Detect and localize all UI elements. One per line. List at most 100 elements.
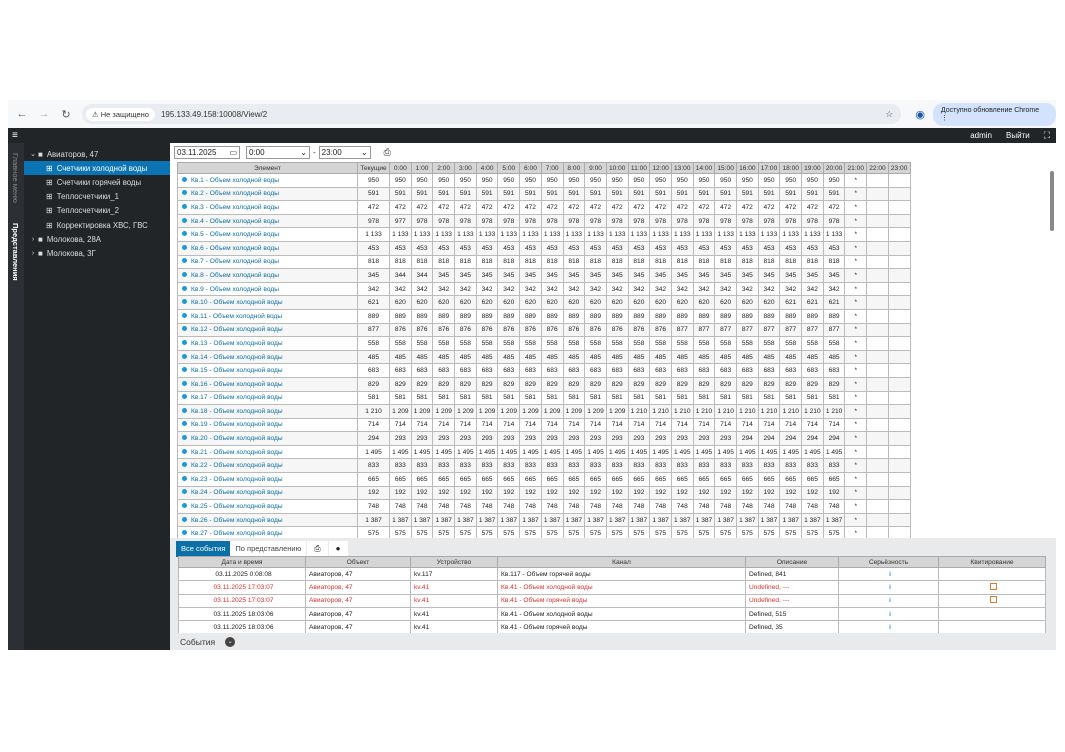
column-header[interactable]: Дата и время — [178, 556, 306, 568]
element-cell[interactable]: Кв.23 - Объем холодной воды — [177, 472, 358, 487]
column-header[interactable]: 18:00 — [779, 162, 803, 174]
address-bar[interactable]: ⚠ Не защищено 195.133.49.158:10008/View/… — [81, 104, 902, 124]
scrollbar-thumb[interactable] — [1050, 171, 1054, 231]
element-link[interactable]: Кв.18 - Объем холодной воды — [191, 408, 283, 415]
tree-item[interactable]: ⊞ Корректировка ХВС, ГВС — [24, 218, 170, 232]
tab-all-events[interactable]: Все события — [176, 541, 231, 557]
element-link[interactable]: Кв.9 - Объем холодной воды — [191, 286, 279, 293]
table-row[interactable]: Кв.18 - Объем холодной воды 1 210 1 209 1 2… — [177, 404, 911, 419]
user-name[interactable]: admin — [970, 131, 992, 140]
column-header[interactable]: 7:00 — [540, 162, 564, 174]
column-header[interactable]: Устройство — [410, 556, 498, 568]
print-icon[interactable]: ⎙ — [384, 147, 391, 158]
table-row[interactable]: Кв.2 - Объем холодной воды 591 591 591 591 59… — [177, 186, 911, 202]
table-row[interactable]: Кв.20 - Объем холодной воды 294 293 293 293 2… — [177, 431, 911, 446]
column-header[interactable]: 16:00 — [736, 162, 759, 174]
column-header[interactable]: 6:00 — [519, 162, 542, 174]
column-header[interactable]: 5:00 — [497, 162, 521, 174]
element-cell[interactable]: Кв.10 - Объем холодной воды — [177, 295, 358, 310]
tree-item[interactable]: ⊞ Счетчики горячей воды — [24, 175, 170, 189]
tree-item[interactable]: ⊞ Теплосчетчики_2 — [24, 204, 170, 218]
table-row[interactable]: Кв.4 - Объем холодной воды 978 977 978 978 97… — [177, 213, 911, 229]
event-row[interactable]: 03.11.2025 18:03:06 Авиаторов, 47 kv.41 Кв.… — [178, 606, 1046, 622]
table-row[interactable]: Кв.15 - Объем холодной воды 683 683 683 683 6… — [177, 363, 911, 378]
element-link[interactable]: Кв.13 - Объем холодной воды — [191, 340, 283, 347]
chrome-update-button[interactable]: Доступно обновление Chrome ⋮ — [932, 102, 1056, 126]
element-cell[interactable]: Кв.19 - Объем холодной воды — [177, 417, 358, 433]
back-icon[interactable]: ← — [14, 108, 30, 120]
column-header[interactable]: 23:00 — [887, 162, 911, 174]
column-header[interactable]: 10:00 — [605, 162, 629, 174]
column-header[interactable]: 3:00 — [454, 162, 477, 174]
table-row[interactable]: Кв.3 - Объем холодной воды 472 472 472 472 47… — [177, 200, 911, 215]
main-menu-tab[interactable]: Главное меню — [11, 153, 20, 203]
element-link[interactable]: Кв.21 - Объем холодной воды — [191, 449, 283, 456]
column-header[interactable]: 21:00 — [844, 162, 868, 174]
element-cell[interactable]: Кв.22 - Объем холодной воды — [177, 458, 358, 474]
element-link[interactable]: Кв.3 - Объем холодной воды — [191, 204, 279, 211]
element-cell[interactable]: Кв.24 - Объем холодной воды — [177, 485, 358, 501]
column-header[interactable]: 9:00 — [584, 162, 607, 174]
element-link[interactable]: Кв.6 - Объем холодной воды — [191, 245, 279, 252]
date-input[interactable]: 03.11.2025 ▭ — [174, 146, 240, 159]
element-cell[interactable]: Кв.11 - Объем холодной воды — [177, 308, 358, 324]
calendar-icon[interactable]: ▭ — [229, 148, 237, 157]
table-row[interactable]: Кв.7 - Объем холодной воды 818 818 818 818 81… — [177, 254, 911, 270]
url-text[interactable]: 195.133.49.158:10008/View/2 — [161, 110, 267, 119]
column-header[interactable]: 17:00 — [757, 162, 781, 174]
info-icon[interactable]: ● — [328, 541, 348, 557]
element-link[interactable]: Кв.7 - Объем холодной воды — [191, 258, 279, 265]
table-row[interactable]: Кв.10 - Объем холодной воды 621 620 620 620 6… — [177, 295, 911, 310]
column-header[interactable]: 11:00 — [627, 162, 651, 174]
forward-icon[interactable]: → — [36, 108, 52, 120]
tree-item[interactable]: › ■ Молокова, 3Г — [24, 246, 170, 260]
tree-item[interactable]: › ■ Молокова, 28А — [24, 232, 170, 246]
column-header[interactable]: 14:00 — [692, 162, 716, 174]
element-link[interactable]: Кв.15 - Объем холодной воды — [191, 367, 283, 374]
event-row[interactable]: 03.11.2025 17:03:07 Авиаторов, 47 kv.41 Кв.… — [178, 593, 1046, 608]
profile-icon[interactable]: ◉ — [915, 108, 925, 121]
chevron-right-icon[interactable]: › — [28, 236, 38, 243]
column-header[interactable]: Элемент — [177, 162, 358, 174]
chevron-down-icon[interactable]: ⌄ — [28, 150, 38, 158]
element-cell[interactable]: Кв.18 - Объем холодной воды — [177, 404, 358, 419]
column-header[interactable]: 19:00 — [801, 162, 824, 174]
element-link[interactable]: Кв.17 - Объем холодной воды — [191, 394, 283, 401]
time-to-select[interactable]: 23:00 ⌄ — [318, 146, 371, 159]
element-cell[interactable]: Кв.8 - Объем холодной воды — [177, 268, 358, 283]
element-link[interactable]: Кв.11 - Объем холодной воды — [191, 313, 282, 320]
fullscreen-icon[interactable]: ⛶ — [1044, 130, 1050, 141]
element-link[interactable]: Кв.8 - Объем холодной воды — [191, 272, 279, 279]
table-row[interactable]: Кв.17 - Объем холодной воды 581 581 581 581 5… — [177, 390, 911, 406]
element-cell[interactable]: Кв.6 - Объем холодной воды — [177, 240, 358, 256]
table-row[interactable]: Кв.13 - Объем холодной воды 558 558 558 558 5… — [177, 336, 911, 351]
event-row[interactable]: 03.11.2025 0:08:08 Авиаторов, 47 kv.117 Кв.… — [178, 566, 1046, 582]
tree-item[interactable]: ⊞ Теплосчетчики_1 — [24, 190, 170, 204]
security-badge[interactable]: ⚠ Не защищено — [85, 107, 155, 121]
element-cell[interactable]: Кв.17 - Объем холодной воды — [177, 390, 358, 406]
column-header[interactable]: Текущие — [357, 162, 390, 174]
column-header[interactable]: 1:00 — [410, 162, 434, 174]
bookmark-star-icon[interactable]: ☆ — [885, 109, 893, 120]
element-link[interactable]: Кв.27 - Объем холодной воды — [191, 530, 283, 537]
element-cell[interactable]: Кв.3 - Объем холодной воды — [177, 200, 358, 215]
column-header[interactable]: 15:00 — [714, 162, 737, 174]
table-row[interactable]: Кв.19 - Объем холодной воды 714 714 714 714 7… — [177, 417, 911, 433]
element-link[interactable]: Кв.14 - Объем холодной воды — [191, 354, 283, 361]
table-row[interactable]: Кв.27 - Объем холодной воды 575 575 575 575 5… — [177, 526, 911, 538]
element-cell[interactable]: Кв.1 - Объем холодной воды — [177, 173, 358, 188]
element-cell[interactable]: Кв.7 - Объем холодной воды — [177, 254, 358, 270]
element-cell[interactable]: Кв.13 - Объем холодной воды — [177, 336, 358, 351]
element-link[interactable]: Кв.5 - Объем холодной воды — [191, 231, 279, 238]
table-row[interactable]: Кв.14 - Объем холодной воды 485 485 485 485 4… — [177, 349, 911, 365]
element-cell[interactable]: Кв.20 - Объем холодной воды — [177, 431, 358, 446]
column-header[interactable]: Квитирование — [938, 556, 1046, 568]
print-icon[interactable]: ⎙ — [307, 541, 328, 557]
element-cell[interactable]: Кв.25 - Объем холодной воды — [177, 499, 358, 514]
vertical-scrollbar[interactable] — [1048, 159, 1056, 529]
element-link[interactable]: Кв.26 - Объем холодной воды — [191, 517, 283, 524]
element-cell[interactable]: Кв.2 - Объем холодной воды — [177, 186, 358, 202]
table-row[interactable]: Кв.16 - Объем холодной воды 829 829 829 829 8… — [177, 376, 911, 392]
column-header[interactable]: Канал — [497, 556, 746, 568]
element-cell[interactable]: Кв.9 - Объем холодной воды — [177, 281, 358, 297]
